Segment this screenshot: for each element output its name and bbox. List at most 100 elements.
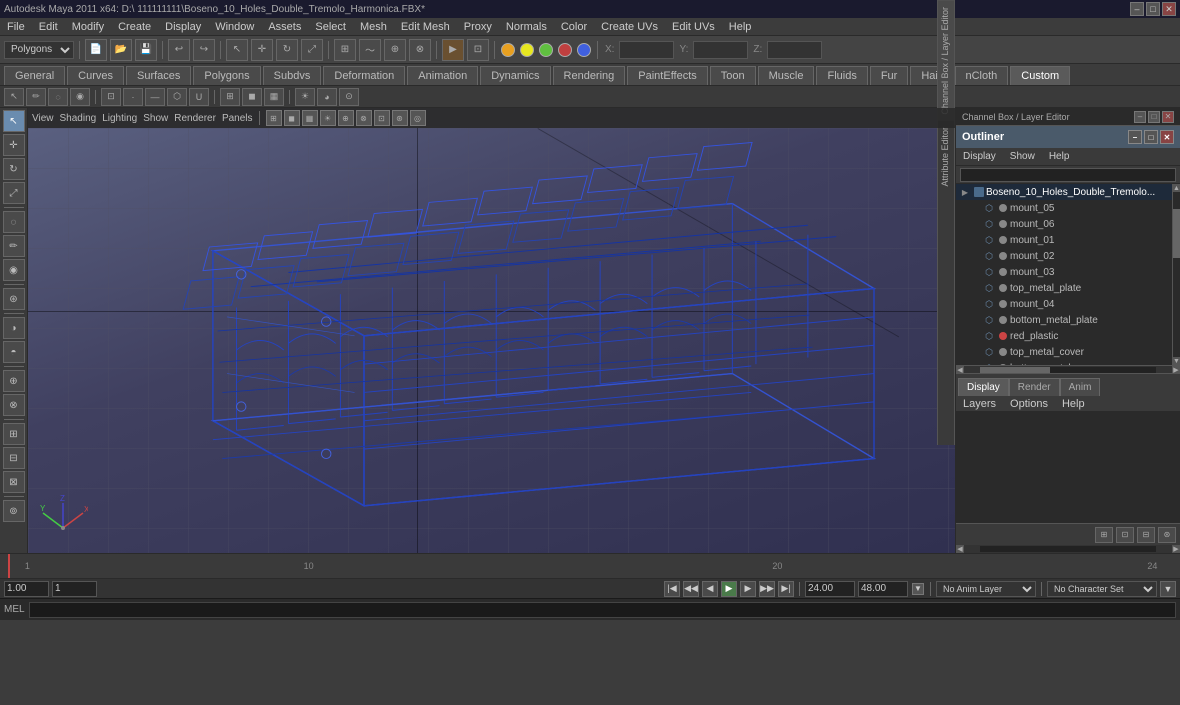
h-scroll-left[interactable]: ◀ bbox=[956, 366, 964, 373]
lights-button[interactable]: ☀ bbox=[295, 88, 315, 106]
menu-tab-general[interactable]: General bbox=[4, 66, 65, 85]
tree-item-top_metal_plate[interactable]: ⬡ top_metal_plate bbox=[956, 280, 1172, 296]
outliner-search-input[interactable] bbox=[960, 168, 1176, 182]
vp-menu-panels[interactable]: Panels bbox=[222, 113, 253, 124]
vertex-mode-button[interactable]: · bbox=[123, 88, 143, 106]
menu-item-help[interactable]: Help bbox=[726, 20, 755, 34]
outliner-menu-show[interactable]: Show bbox=[1007, 150, 1038, 163]
redo-button[interactable]: ↪ bbox=[193, 39, 215, 61]
color-orb-2[interactable] bbox=[520, 43, 534, 57]
menu-tab-fur[interactable]: Fur bbox=[870, 66, 909, 85]
outliner-menu-display[interactable]: Display bbox=[960, 150, 999, 163]
camera-button[interactable]: ⊙ bbox=[339, 88, 359, 106]
vp-icon-4[interactable]: ☀ bbox=[320, 110, 336, 126]
playback-max-range[interactable] bbox=[858, 581, 908, 597]
smooth-button[interactable]: ◼ bbox=[242, 88, 262, 106]
cb-scroll-right[interactable]: ▶ bbox=[1172, 545, 1180, 553]
artisan-lt[interactable]: ◓ bbox=[3, 341, 25, 363]
side-tab-channel-box[interactable]: Channel Box / Layer Editor bbox=[938, 0, 954, 121]
scroll-up-button[interactable]: ▲ bbox=[1173, 184, 1180, 192]
tree-item-mount02[interactable]: ⬡ mount_02 bbox=[956, 248, 1172, 264]
render-button[interactable]: ▶ bbox=[442, 39, 464, 61]
cb-scroll-left[interactable]: ◀ bbox=[956, 545, 964, 553]
timeline-playhead[interactable] bbox=[8, 554, 10, 578]
lasso-lt[interactable]: ◌ bbox=[3, 211, 25, 233]
shadows-button[interactable]: ◕ bbox=[317, 88, 337, 106]
tree-item-mount01[interactable]: ⬡ mount_01 bbox=[956, 232, 1172, 248]
outliner-minimize[interactable]: – bbox=[1128, 130, 1142, 144]
menu-item-edit mesh[interactable]: Edit Mesh bbox=[398, 20, 453, 34]
cb-tab-display[interactable]: Display bbox=[958, 378, 1009, 396]
layout-select[interactable]: Polygons bbox=[4, 41, 74, 59]
sculpt-lt[interactable]: ◑ bbox=[3, 317, 25, 339]
menu-item-create uvs[interactable]: Create UVs bbox=[598, 20, 661, 34]
prev-frame-button[interactable]: ◀ bbox=[702, 581, 718, 597]
vp-menu-show[interactable]: Show bbox=[143, 113, 168, 124]
vp-icon-9[interactable]: ◎ bbox=[410, 110, 426, 126]
uv-mode-button[interactable]: U bbox=[189, 88, 209, 106]
rotate-tool-lt[interactable]: ↻ bbox=[3, 158, 25, 180]
nurbs-lt[interactable]: ⊟ bbox=[3, 447, 25, 469]
side-tab-attribute-editor[interactable]: Attribute Editor bbox=[938, 121, 954, 193]
cb-icon-4[interactable]: ⊛ bbox=[1158, 527, 1176, 543]
character-options-button[interactable]: ▼ bbox=[1160, 581, 1176, 597]
wireframe-button[interactable]: ⊞ bbox=[220, 88, 240, 106]
paint-select-button[interactable]: ✏ bbox=[26, 88, 46, 106]
snap-grid-button[interactable]: ⊞ bbox=[334, 39, 356, 61]
open-button[interactable]: 📂 bbox=[110, 39, 132, 61]
tree-item-red_plastic[interactable]: ⬡ red_plastic bbox=[956, 328, 1172, 344]
color-orb-5[interactable] bbox=[577, 43, 591, 57]
play-button[interactable]: ▶ bbox=[721, 581, 737, 597]
select-tool-lt[interactable]: ↖ bbox=[3, 110, 25, 132]
vp-icon-3[interactable]: ▦ bbox=[302, 110, 318, 126]
channel-box-close[interactable]: ✕ bbox=[1162, 111, 1174, 123]
tree-item-mount06[interactable]: ⬡ mount_06 bbox=[956, 216, 1172, 232]
playback-anim-end[interactable] bbox=[805, 581, 855, 597]
color-orb-4[interactable] bbox=[558, 43, 572, 57]
vp-menu-renderer[interactable]: Renderer bbox=[174, 113, 216, 124]
cb-icon-3[interactable]: ⊟ bbox=[1137, 527, 1155, 543]
menu-tab-muscle[interactable]: Muscle bbox=[758, 66, 815, 85]
channel-box-scroll[interactable]: ◀ ▶ bbox=[956, 545, 1180, 553]
select-tool-button[interactable]: ↖ bbox=[226, 39, 248, 61]
cb-tab-anim[interactable]: Anim bbox=[1060, 378, 1101, 396]
vp-icon-5[interactable]: ⊕ bbox=[338, 110, 354, 126]
channel-box-minimize[interactable]: – bbox=[1134, 111, 1146, 123]
lasso-button[interactable]: ◌ bbox=[48, 88, 68, 106]
outliner-scrollbar[interactable]: ▲ ▼ bbox=[1172, 184, 1180, 365]
cb-scroll-track[interactable] bbox=[980, 546, 1156, 552]
character-set-select[interactable]: No Character Set bbox=[1047, 581, 1157, 597]
menu-item-edit uvs[interactable]: Edit UVs bbox=[669, 20, 718, 34]
vp-icon-1[interactable]: ⊞ bbox=[266, 110, 282, 126]
playback-current-field[interactable] bbox=[52, 581, 97, 597]
cb-menu-options[interactable]: Options bbox=[1007, 397, 1051, 411]
snap-curve-button[interactable]: 〜 bbox=[359, 39, 381, 61]
h-scroll-track[interactable] bbox=[980, 367, 1156, 373]
cb-tab-render[interactable]: Render bbox=[1009, 378, 1060, 396]
mel-input[interactable] bbox=[29, 602, 1176, 618]
tree-item-bottom_metal_plate[interactable]: ⬡ bottom_metal_plate bbox=[956, 312, 1172, 328]
show-manip-lt[interactable]: ⊛ bbox=[3, 288, 25, 310]
viewport[interactable]: View Shading Lighting Show Renderer Pane… bbox=[28, 108, 955, 553]
range-options-button[interactable]: ▼ bbox=[912, 583, 924, 595]
move-tool-lt[interactable]: ✛ bbox=[3, 134, 25, 156]
last-frame-button[interactable]: ▶| bbox=[778, 581, 794, 597]
menu-tab-rendering[interactable]: Rendering bbox=[553, 66, 626, 85]
snap-surface-button[interactable]: ⊗ bbox=[409, 39, 431, 61]
texture-button[interactable]: ▦ bbox=[264, 88, 284, 106]
playback-start-field[interactable] bbox=[4, 581, 49, 597]
vp-menu-lighting[interactable]: Lighting bbox=[102, 113, 137, 124]
menu-item-normals[interactable]: Normals bbox=[503, 20, 550, 34]
menu-item-modify[interactable]: Modify bbox=[69, 20, 107, 34]
menu-tab-painteffects[interactable]: PaintEffects bbox=[627, 66, 708, 85]
snap-point-button[interactable]: ⊕ bbox=[384, 39, 406, 61]
axis-lt[interactable]: ⊚ bbox=[3, 500, 25, 522]
menu-tab-fluids[interactable]: Fluids bbox=[816, 66, 867, 85]
poly-lt[interactable]: ⊞ bbox=[3, 423, 25, 445]
ipr-button[interactable]: ⊡ bbox=[467, 39, 489, 61]
rotate-tool-button[interactable]: ↻ bbox=[276, 39, 298, 61]
cb-icon-1[interactable]: ⊞ bbox=[1095, 527, 1113, 543]
first-frame-button[interactable]: |◀ bbox=[664, 581, 680, 597]
soft-lt[interactable]: ◉ bbox=[3, 259, 25, 281]
paint-lt[interactable]: ✏ bbox=[3, 235, 25, 257]
